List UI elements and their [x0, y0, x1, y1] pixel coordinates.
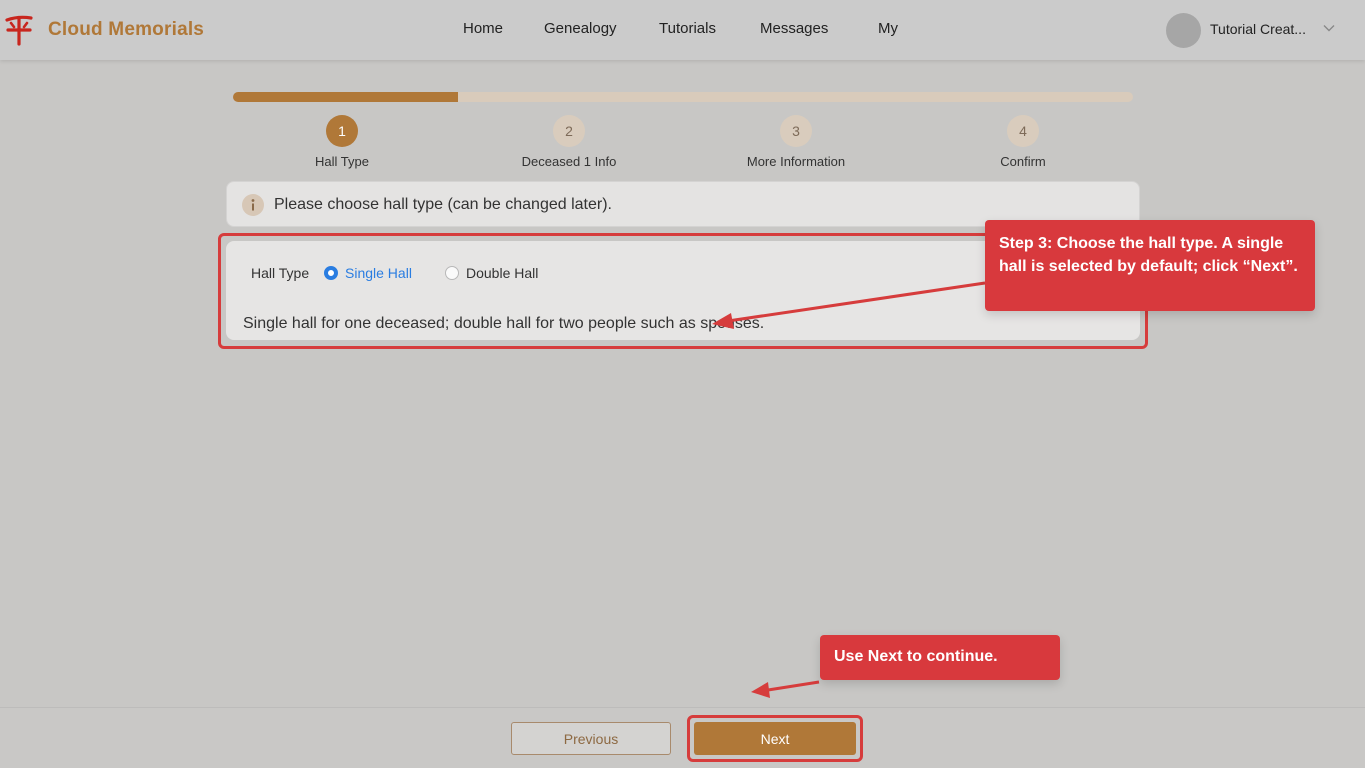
next-button[interactable]: Next — [694, 722, 856, 755]
step-deceased-info: 2 Deceased 1 Info — [489, 115, 649, 169]
step-number: 3 — [780, 115, 812, 147]
step-label: More Information — [746, 154, 846, 169]
nav-my[interactable]: My — [878, 20, 898, 37]
nav-tutorials[interactable]: Tutorials — [659, 20, 716, 37]
nav-messages[interactable]: Messages — [760, 20, 828, 37]
progress-fill — [233, 92, 458, 102]
step-confirm: 4 Confirm — [943, 115, 1103, 169]
step-number: 4 — [1007, 115, 1039, 147]
radio-unchecked-icon[interactable] — [445, 266, 459, 280]
annotation-arrows — [712, 281, 986, 698]
avatar[interactable] — [1166, 13, 1201, 48]
progress-bar — [233, 92, 1133, 102]
footer-bar: Previous Next — [0, 707, 1365, 768]
hall-type-label: Hall Type — [251, 265, 310, 281]
step-label: Confirm — [1000, 154, 1046, 169]
step-hall-type: 1 Hall Type — [262, 115, 422, 169]
nav-genealogy[interactable]: Genealogy — [544, 20, 617, 37]
step-number: 2 — [553, 115, 585, 147]
double-hall-label[interactable]: Double Hall — [466, 265, 538, 281]
hall-type-description: Single hall for one deceased; double hal… — [243, 315, 765, 332]
chevron-down-icon[interactable] — [1323, 24, 1335, 32]
info-text: Please choose hall type (can be changed … — [274, 196, 612, 213]
single-hall-label[interactable]: Single Hall — [345, 265, 412, 281]
logo-icon[interactable] — [4, 13, 34, 47]
brand-name[interactable]: Cloud Memorials — [48, 19, 204, 41]
step-label: Deceased 1 Info — [521, 154, 617, 169]
step-label: Hall Type — [315, 154, 369, 169]
previous-button[interactable]: Previous — [511, 722, 671, 755]
step-number: 1 — [326, 115, 358, 147]
step-more-information: 3 More Information — [716, 115, 876, 169]
step3-callout: Step 3: Choose the hall type. A single h… — [985, 220, 1315, 311]
info-icon — [242, 194, 264, 216]
user-name[interactable]: Tutorial Creat... — [1210, 21, 1306, 37]
next-hint-callout: Use Next to continue. — [820, 635, 1060, 680]
top-header: Cloud Memorials Home Genealogy Tutorials… — [0, 0, 1365, 60]
radio-checked-icon[interactable] — [324, 266, 338, 280]
nav-home[interactable]: Home — [463, 20, 503, 37]
